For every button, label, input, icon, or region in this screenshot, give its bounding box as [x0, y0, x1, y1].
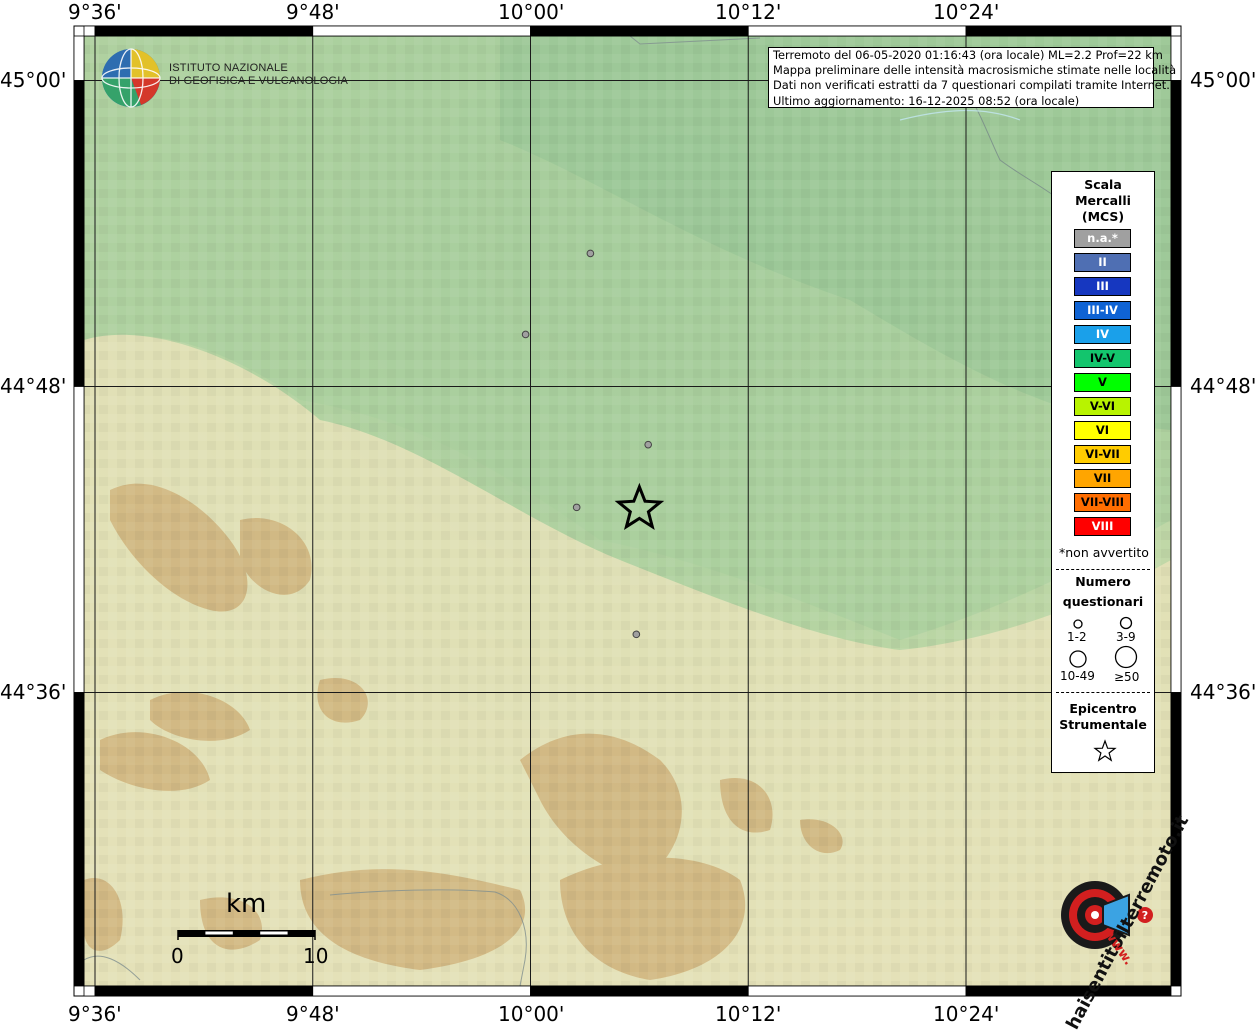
count-title-line: Numero: [1075, 574, 1131, 589]
questionnaire-point[interactable]: [521, 330, 530, 339]
frame-segment: [94, 985, 314, 997]
event-info-line: Ultimo aggiornamento: 16-12-2025 08:52 (…: [773, 93, 1080, 108]
frame-segment: [73, 35, 85, 81]
frame-segment: [73, 80, 85, 387]
legend-swatch: V: [1074, 373, 1131, 392]
count-symbol-small: [1073, 619, 1083, 629]
lon-tick-label-top: 10°12': [715, 0, 782, 24]
count-label: ≥50: [1114, 670, 1140, 684]
legend-swatch: II: [1074, 253, 1131, 272]
scale-start-label: 0: [171, 944, 184, 968]
questionnaire-point[interactable]: [644, 440, 652, 449]
lon-tick-label-bottom: 9°48': [286, 1002, 340, 1026]
legend-divider: [1056, 692, 1150, 693]
legend-swatch: IV-V: [1074, 349, 1131, 368]
epicenter-title-line: Strumentale: [1059, 717, 1147, 732]
frame-segment: [1170, 80, 1182, 387]
event-info-line: Dati non verificati estratti da 7 questi…: [773, 78, 1170, 93]
legend-swatch: n.a.*: [1074, 229, 1131, 248]
legend-swatch: IV: [1074, 325, 1131, 344]
epicenter-title-line: Epicentro: [1069, 701, 1137, 716]
institute-name-line1: ISTITUTO NAZIONALE: [169, 62, 288, 74]
frame-segment: [530, 25, 749, 37]
lon-tick-label-bottom: 9°36': [68, 1002, 122, 1026]
count-label: 3-9: [1116, 630, 1136, 644]
legend-title-line: Mercalli: [1075, 193, 1131, 208]
lon-tick-label-top: 10°24': [933, 0, 1000, 24]
lat-tick-label-right: 45°00': [1190, 68, 1255, 92]
lon-tick-label-bottom: 10°00': [498, 1002, 565, 1026]
map-root: ? 9°36' 9°48' 10°00' 10°12' 10°24' 9°36'…: [0, 0, 1255, 1033]
frame-segment: [312, 985, 531, 997]
lat-tick-label-left: 44°36': [0, 680, 67, 704]
scale-end-label: 10: [303, 944, 329, 968]
questionnaire-point[interactable]: [572, 503, 581, 512]
legend-title-line: Scala: [1084, 177, 1122, 192]
not-felt-note: *non avvertito: [1059, 545, 1149, 560]
count-symbol-medium: [1119, 616, 1133, 630]
frame-segment: [747, 985, 967, 997]
event-info-line: Mappa preliminare delle intensità macros…: [773, 63, 1177, 78]
institute-name-line2: DI GEOFISICA E VULCANOLOGIA: [169, 75, 348, 87]
frame-segment: [83, 25, 96, 37]
legend-swatch: III: [1074, 277, 1131, 296]
lat-tick-label-right: 44°48': [1190, 374, 1255, 398]
legend-swatch: VI: [1074, 421, 1131, 440]
lat-tick-label-left: 45°00': [0, 68, 67, 92]
count-label: 1-2: [1067, 630, 1087, 644]
lon-tick-label-top: 9°36': [68, 0, 122, 24]
count-title-line: questionari: [1062, 594, 1144, 609]
frame-segment: [94, 25, 314, 37]
lon-tick-label-bottom: 10°12': [715, 1002, 782, 1026]
frame-segment: [747, 25, 967, 37]
frame-segment: [1170, 386, 1182, 693]
frame-segment: [83, 985, 96, 997]
count-symbol-large: [1069, 650, 1087, 668]
lat-tick-label-right: 44°36': [1190, 680, 1255, 704]
count-symbol-xlarge: [1114, 645, 1138, 669]
legend-swatch: III-IV: [1074, 301, 1131, 320]
intensity-legend: Scala Mercalli (MCS) n.a.* II III III-IV IV I…: [1051, 171, 1155, 773]
count-label: 10-49: [1060, 669, 1095, 683]
questionnaire-point[interactable]: [632, 630, 641, 639]
frame-segment: [530, 985, 749, 997]
frame-segment: [73, 386, 85, 693]
lon-tick-label-bottom: 10°24': [933, 1002, 1000, 1026]
legend-swatch: VI-VII: [1074, 445, 1131, 464]
legend-swatch: VII: [1074, 469, 1131, 488]
legend-swatch: V-VI: [1074, 397, 1131, 416]
scale-unit-label: km: [226, 889, 267, 919]
questionnaire-point[interactable]: [586, 249, 595, 258]
event-info-line: Terremoto del 06-05-2020 01:16:43 (ora l…: [773, 48, 1163, 62]
frame-segment: [73, 692, 85, 987]
frame-segment: [965, 985, 1172, 997]
epicenter-legend-star-icon: [1093, 739, 1117, 762]
lat-tick-label-left: 44°48': [0, 374, 67, 398]
institute-name: ISTITUTO NAZIONALE DI GEOFISICA E VULCAN…: [169, 62, 348, 88]
frame-segment: [312, 25, 531, 37]
lon-tick-label-top: 10°00': [498, 0, 565, 24]
event-info-box: Terremoto del 06-05-2020 01:16:43 (ora l…: [768, 47, 1177, 108]
frame-segment: [965, 25, 1172, 37]
legend-title-line: (MCS): [1081, 209, 1125, 224]
legend-swatch: VIII: [1074, 517, 1131, 536]
lon-tick-label-top: 9°48': [286, 0, 340, 24]
legend-divider: [1056, 569, 1150, 570]
legend-swatch: VII-VIII: [1074, 493, 1131, 512]
ingv-logo-icon: [101, 48, 161, 108]
